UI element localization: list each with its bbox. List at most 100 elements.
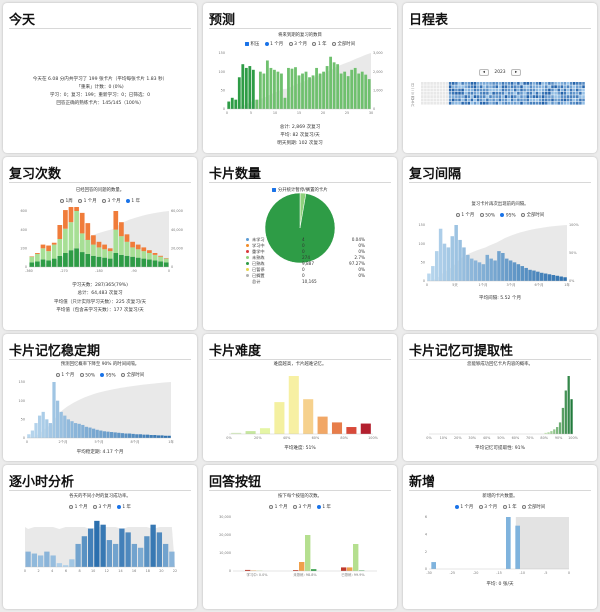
- bar-segment: [102, 244, 107, 250]
- calendar-day: [554, 82, 557, 85]
- forecast-range-all[interactable]: 全部时间: [331, 41, 355, 47]
- calendar-day: [551, 91, 554, 95]
- added-range-1year[interactable]: 1 年: [502, 504, 517, 510]
- added-range-1month[interactable]: 1 个月: [454, 504, 473, 510]
- calendar-day: [470, 88, 474, 92]
- hourly-range-1month[interactable]: 1 个月: [69, 504, 88, 510]
- calendar-day: [541, 88, 545, 92]
- forecast-backlog-checkbox[interactable]: 积压: [244, 41, 259, 47]
- calendar-day: [479, 88, 483, 92]
- stability-range-1month[interactable]: 1 个月: [55, 372, 74, 378]
- bar: [276, 71, 280, 109]
- bar: [536, 271, 540, 281]
- bar-segment: [79, 212, 85, 234]
- bar: [95, 429, 99, 438]
- y2-tick-label: 50%: [569, 251, 577, 255]
- calendar-day: [498, 101, 502, 105]
- bar-segment: [35, 253, 40, 254]
- review-range-1year[interactable]: 1 年: [125, 198, 140, 204]
- bar: [357, 73, 361, 109]
- bar: [325, 66, 329, 109]
- interval-range-50pct[interactable]: 50%: [479, 212, 495, 218]
- bar: [341, 567, 347, 571]
- x-tick-label: 14: [118, 569, 122, 573]
- buttons-range-options: 1 个月 3 个月 1 年: [203, 504, 397, 510]
- calendar-day: [563, 85, 567, 89]
- stability-range-all[interactable]: 全部时间: [121, 372, 144, 378]
- y2-tick-label: 0%: [569, 279, 575, 283]
- x-tick-label: 30: [369, 111, 373, 115]
- stability-range-95pct[interactable]: 95%: [100, 372, 116, 378]
- forecast-average: 平均: 82 次复习/天: [280, 133, 320, 139]
- forecast-range-1month[interactable]: 1 个月: [264, 41, 283, 47]
- bar: [501, 253, 505, 281]
- bar-segment: [40, 248, 46, 260]
- y-tick-label: 10,000: [219, 551, 231, 555]
- bar-segment: [74, 211, 79, 249]
- interval-average: 平均间隔: 5.52 个月: [478, 296, 522, 301]
- calendar-day: [548, 101, 551, 105]
- hourly-range-3month[interactable]: 3 个月: [92, 504, 111, 510]
- added-range-all[interactable]: 全部时间: [522, 504, 545, 510]
- calendar-day: [535, 101, 539, 105]
- bar: [248, 66, 252, 109]
- calendar-day: [532, 91, 536, 95]
- calendar-day: [492, 98, 495, 102]
- calendar-day: [517, 95, 520, 98]
- calendar-day: [520, 101, 523, 105]
- calendar-day: [572, 91, 576, 95]
- calendar-day: [495, 91, 498, 95]
- bar: [44, 551, 50, 567]
- hourly-range-1year[interactable]: 1 年: [116, 504, 131, 510]
- bar: [265, 60, 269, 109]
- bar-segment: [119, 236, 124, 255]
- calendar-day: [532, 82, 536, 85]
- stability-title: 卡片记忆稳定期: [9, 344, 101, 359]
- calendar-day: [470, 82, 474, 85]
- title-divider: [9, 359, 191, 360]
- interval-range-1month[interactable]: 1 个月: [455, 212, 474, 218]
- bar: [167, 435, 171, 438]
- calendar-day: [529, 82, 533, 85]
- review-range-1month[interactable]: 1 个月: [78, 198, 97, 204]
- bar: [81, 536, 88, 567]
- interval-range-all[interactable]: 全部时间: [521, 212, 544, 218]
- calendar-next-year[interactable]: ▸: [511, 69, 522, 76]
- y-tick-label: 20,000: [219, 533, 231, 537]
- y2-tick-label: 20,000: [171, 247, 183, 251]
- bar: [259, 428, 271, 434]
- calendar-day: [461, 82, 464, 85]
- calendar-day: [517, 101, 520, 105]
- calendar-day: [569, 95, 573, 98]
- calendar-prev-year[interactable]: ◂: [478, 69, 489, 76]
- calendar-day: [510, 85, 514, 89]
- forecast-range-1year[interactable]: 1 年: [312, 41, 327, 47]
- buttons-range-1month[interactable]: 1 个月: [269, 504, 288, 510]
- calendar-day: [569, 85, 573, 89]
- added-range-3month[interactable]: 3 个月: [478, 504, 497, 510]
- interval-range-95pct[interactable]: 95%: [500, 212, 516, 218]
- forecast-range-3month[interactable]: 3 个月: [288, 41, 307, 47]
- calendar-day: [479, 91, 483, 95]
- calendar-day: [545, 101, 548, 105]
- calendar-day: [576, 88, 579, 92]
- buttons-range-1year[interactable]: 1 年: [316, 504, 331, 510]
- calendar-day: [439, 98, 443, 102]
- calendar-day: [563, 91, 567, 95]
- calendar-day: [473, 82, 477, 85]
- buttons-range-3month[interactable]: 3 个月: [292, 504, 311, 510]
- forecast-stats: 总计: 2,869 次复习 平均: 82 次复习/天 明天到期: 102 次复习: [203, 124, 397, 148]
- calendar-day: [507, 95, 511, 98]
- calendar-day: [464, 82, 467, 85]
- y-tick-label: 150: [19, 380, 25, 384]
- calendar-day: [495, 98, 498, 102]
- review-range-1week[interactable]: 1周: [60, 198, 73, 204]
- calendar-day: [492, 101, 495, 105]
- retrievability-caption: 您能够成功回忆卡片内容的概率。: [467, 362, 533, 367]
- bar-segment: [29, 262, 35, 267]
- bar-segment: [102, 249, 107, 258]
- review-range-3month[interactable]: 3 个月: [102, 198, 120, 204]
- y-tick-label: 6: [425, 515, 427, 519]
- calendar-day: [424, 88, 427, 92]
- stability-range-50pct[interactable]: 50%: [79, 372, 95, 378]
